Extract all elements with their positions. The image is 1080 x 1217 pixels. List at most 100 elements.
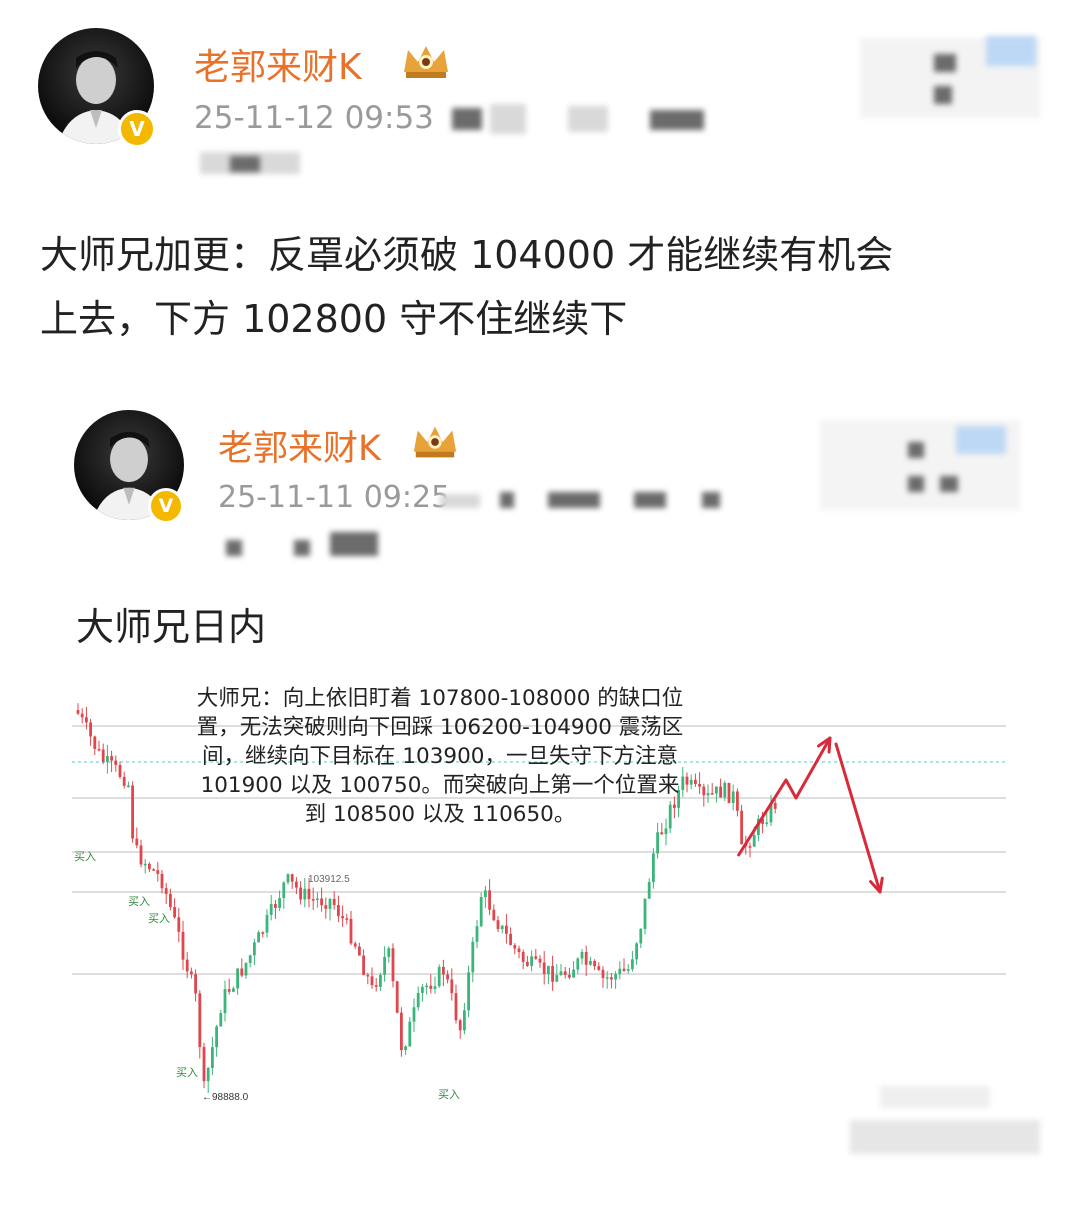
candle: [563, 971, 567, 975]
candle: [559, 971, 563, 976]
crown-icon: [413, 426, 457, 458]
candle: [324, 905, 328, 909]
candle: [517, 948, 521, 953]
candle: [614, 974, 617, 980]
candle: [479, 897, 483, 927]
chart-annotation-line: 到 108500 以及 110650。: [304, 802, 576, 827]
repost-title: 大师兄日内: [76, 605, 267, 649]
candle: [748, 846, 752, 848]
candle: [89, 722, 92, 737]
candle: [131, 785, 134, 839]
candle: [484, 890, 487, 898]
candle: [76, 710, 80, 714]
repost-timestamp: 25-11-11 09:25: [218, 480, 451, 515]
candle: [160, 873, 164, 889]
redacted-info: [294, 540, 310, 556]
redacted-info: [226, 540, 242, 556]
buy-signal-label: 买入: [176, 1066, 198, 1079]
candle: [143, 863, 147, 866]
candle: [257, 932, 260, 943]
candle: [299, 887, 302, 900]
candle: [156, 870, 160, 874]
candle: [580, 952, 584, 959]
redacted-info: [702, 492, 720, 508]
candle: [261, 932, 265, 934]
post-timestamp: 25-11-12 09:53: [194, 100, 434, 136]
candle: [181, 931, 185, 960]
candle: [341, 916, 344, 919]
candle: [547, 965, 550, 975]
candle: [488, 890, 491, 910]
candle: [164, 888, 168, 894]
candle: [433, 986, 437, 989]
candle: [530, 956, 533, 966]
crown-icon: [404, 46, 448, 78]
candle: [551, 965, 554, 982]
candle: [622, 968, 626, 971]
redacted-info: [568, 106, 608, 132]
candle: [110, 756, 113, 761]
redacted-info: [230, 156, 260, 172]
watermark: [850, 1120, 1040, 1154]
buy-signal-label: 买入: [148, 912, 170, 925]
candle: [248, 955, 252, 963]
candle: [416, 992, 420, 1008]
candle: [362, 955, 365, 975]
candle: [773, 802, 777, 809]
chart-annotation-line: 101900 以及 100750。而突破向上第一个位置来: [200, 773, 680, 798]
post-author-name[interactable]: 老郭来财K: [194, 38, 362, 90]
candle: [408, 1021, 412, 1047]
redacted-info: [934, 54, 956, 72]
candle: [652, 853, 655, 883]
candle: [593, 961, 596, 967]
candle: [442, 966, 445, 975]
candle: [589, 961, 592, 965]
candle: [736, 791, 739, 811]
chart-annotation: 大师兄：向上依旧盯着 107800-108000 的缺口位 置，无法突破则向下回…: [160, 684, 720, 829]
candle: [454, 993, 458, 1021]
candle: [538, 958, 542, 963]
buy-signal-label: 买入: [438, 1088, 460, 1101]
candle: [173, 907, 176, 918]
redacted-info: [940, 476, 958, 492]
candle: [215, 1026, 218, 1048]
candle: [118, 765, 122, 777]
candle: [169, 893, 172, 908]
candle: [387, 948, 391, 958]
redacted-info: [452, 108, 482, 130]
candle: [463, 1010, 466, 1031]
candle: [320, 898, 323, 906]
candle: [723, 782, 727, 798]
candle: [370, 976, 374, 986]
candle: [311, 899, 315, 901]
candle: [206, 1067, 210, 1082]
candle: [391, 948, 395, 982]
repost-author-name[interactable]: 老郭来财K: [218, 420, 381, 471]
verified-badge-icon: V: [148, 488, 184, 524]
candle: [236, 968, 239, 989]
candle: [240, 968, 244, 976]
candle: [379, 974, 382, 987]
candle: [631, 959, 634, 970]
candle: [618, 968, 622, 975]
candle: [752, 835, 756, 847]
candle: [374, 985, 378, 987]
candle: [513, 944, 517, 949]
candle: [568, 974, 571, 978]
redacted-info: [908, 476, 924, 492]
candle: [202, 1047, 206, 1082]
candle: [139, 845, 143, 865]
candle: [656, 832, 659, 854]
chart-annotation-line: 间，继续向下目标在 103900，一旦失守下方注意: [202, 744, 678, 769]
candle: [127, 785, 130, 788]
candle: [93, 736, 97, 749]
candle: [576, 958, 580, 970]
buy-signal-label: 买入: [128, 895, 150, 908]
candle: [572, 969, 575, 978]
candle: [425, 985, 428, 988]
candle: [211, 1047, 214, 1068]
candle: [328, 898, 332, 909]
candle: [223, 989, 227, 1014]
candle: [286, 874, 290, 883]
candle: [148, 863, 151, 870]
